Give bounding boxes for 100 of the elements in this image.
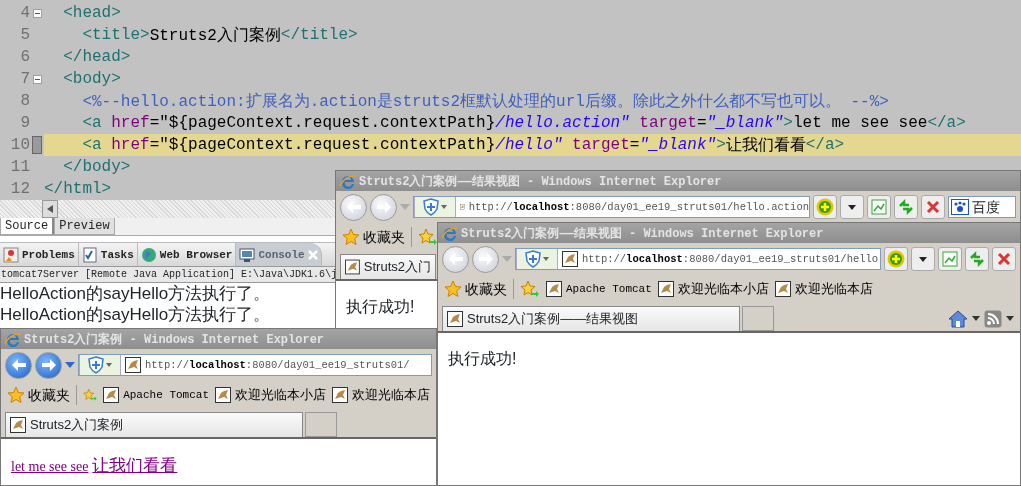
editor-tab[interactable]: Source <box>0 218 55 235</box>
view-tab[interactable]: Console <box>236 243 322 266</box>
code-token: </html> <box>44 180 112 198</box>
refresh-button[interactable] <box>894 195 918 219</box>
monitor-icon <box>239 246 256 263</box>
globe-icon <box>140 246 157 263</box>
address-field[interactable]: http://localhost:8080/day01_ee19_struts01/ <box>78 354 432 376</box>
line-number: 8 <box>19 92 30 110</box>
code-token: "${pageContext.request.contextPath} <box>159 136 496 154</box>
code-token: = <box>149 136 160 154</box>
security-button[interactable] <box>414 197 456 217</box>
back-button[interactable] <box>340 193 367 221</box>
dropdown-button[interactable] <box>911 247 935 271</box>
security-button[interactable] <box>516 249 558 269</box>
browser-tab[interactable]: Struts2入门案例——结果视图 <box>442 306 740 331</box>
back-button[interactable] <box>442 245 469 273</box>
star-icon <box>444 280 462 298</box>
code-token: = <box>696 114 707 132</box>
code-token: <a <box>81 114 102 132</box>
favorite-link[interactable]: Apache Tomcat <box>103 387 209 403</box>
stop-button[interactable] <box>921 195 945 219</box>
caret-icon <box>848 204 856 210</box>
code-token: <body> <box>62 70 121 88</box>
plus-icon <box>816 198 834 216</box>
caret-icon[interactable] <box>1006 316 1014 321</box>
site-icon <box>10 417 26 433</box>
dropdown-button[interactable] <box>840 195 864 219</box>
page-link[interactable]: let me see see <box>11 459 89 474</box>
left-arrow-icon <box>346 201 361 213</box>
site-icon <box>215 387 231 403</box>
ie-logo-icon <box>441 225 459 241</box>
code-token: > <box>783 114 793 132</box>
line-number: 12 <box>9 180 30 198</box>
new-tab-button[interactable] <box>305 412 337 437</box>
line-marker-icon <box>32 136 42 154</box>
add-favorite-icon[interactable] <box>520 280 540 298</box>
shield-icon <box>423 198 439 216</box>
favorites-button[interactable]: 收藏夹 <box>444 278 507 300</box>
close-icon <box>997 252 1011 266</box>
ie-logo-icon <box>339 173 357 189</box>
page-icon <box>871 199 887 215</box>
line-number: 5 <box>19 26 30 44</box>
page-link[interactable]: 让我们看看 <box>92 456 178 475</box>
console-header: tomcat7Server [Remote Java Application] E:\Java\JDK1.6\j <box>0 266 335 283</box>
browser-tab[interactable]: Struts2入门案例 <box>5 412 303 437</box>
search-field[interactable]: 百度 <box>948 196 1016 218</box>
forward-button[interactable] <box>370 193 397 221</box>
address-field[interactable]: http://localhost:8080/day01_ee19_struts01/hello <box>515 248 881 270</box>
line-number: 7 <box>19 70 30 88</box>
editor-tab[interactable]: Preview <box>54 218 115 235</box>
new-tab-button[interactable] <box>742 306 774 331</box>
code-token: <a <box>81 136 102 154</box>
favorite-link[interactable]: 欢迎光临本小店 <box>657 279 769 299</box>
window-title: Struts2入门案例 - Windows Internet Explorer <box>24 331 325 348</box>
site-icon <box>345 259 360 275</box>
console-line: HelloAction的sayHello方法执行了。 <box>0 304 271 325</box>
favorite-link[interactable]: 欢迎光临本小店 <box>215 385 326 405</box>
site-icon <box>125 357 141 373</box>
line-number: 11 <box>9 158 30 176</box>
collapse-icon[interactable] <box>32 74 42 84</box>
scrollbar-track[interactable] <box>0 200 335 218</box>
plus-icon <box>887 250 905 268</box>
add-favorite-icon[interactable] <box>418 228 438 246</box>
site-icon <box>774 281 791 297</box>
line-number: 9 <box>19 114 30 132</box>
caret-icon <box>106 363 112 367</box>
caret-icon <box>441 205 447 209</box>
browser-tab[interactable]: Struts2入门 <box>340 254 436 279</box>
security-button[interactable] <box>79 355 121 375</box>
stop-button[interactable] <box>992 247 1016 271</box>
window-title: Struts2入门案例——结果视图 - Windows Internet Explorer <box>359 173 722 190</box>
forward-button[interactable] <box>35 351 62 379</box>
code-token: = <box>629 136 640 154</box>
window-title: Struts2入门案例——结果视图 - Windows Internet Explorer <box>461 225 824 242</box>
favorites-button[interactable]: 收藏夹 <box>342 226 405 248</box>
line-number: 10 <box>9 136 30 154</box>
address-field[interactable]: http://localhost:8080/day01_ee19_struts01/hello.action <box>413 196 810 218</box>
paw-icon <box>951 199 969 215</box>
site-icon <box>447 311 463 327</box>
console-line: HelloAction的sayHello方法执行了。 <box>0 283 271 304</box>
site-icon <box>103 387 120 403</box>
refresh-button[interactable] <box>965 247 989 271</box>
code-token: </body> <box>62 158 131 176</box>
favorite-link[interactable]: Apache Tomcat <box>546 281 652 297</box>
collapse-icon[interactable] <box>32 8 42 18</box>
back-button[interactable] <box>5 351 32 379</box>
favorite-link[interactable]: 欢迎光临本店 <box>774 279 873 299</box>
favorites-button[interactable]: 收藏夹 <box>7 384 70 406</box>
site-icon <box>657 281 674 297</box>
code-token: let me see see <box>792 114 928 132</box>
favorite-link[interactable]: 欢迎光临本店 <box>332 385 430 405</box>
code-token: 让我们看看 <box>725 135 806 156</box>
caret-icon[interactable] <box>972 316 980 321</box>
code-token: <title> <box>81 26 150 44</box>
code-token: Struts2入门案例 <box>149 25 281 46</box>
home-icon[interactable] <box>948 309 968 328</box>
search-text: 百度 <box>972 197 1000 217</box>
forward-button[interactable] <box>472 245 499 273</box>
scroll-left-button[interactable] <box>42 200 58 218</box>
code-token: /hello" <box>495 136 563 154</box>
